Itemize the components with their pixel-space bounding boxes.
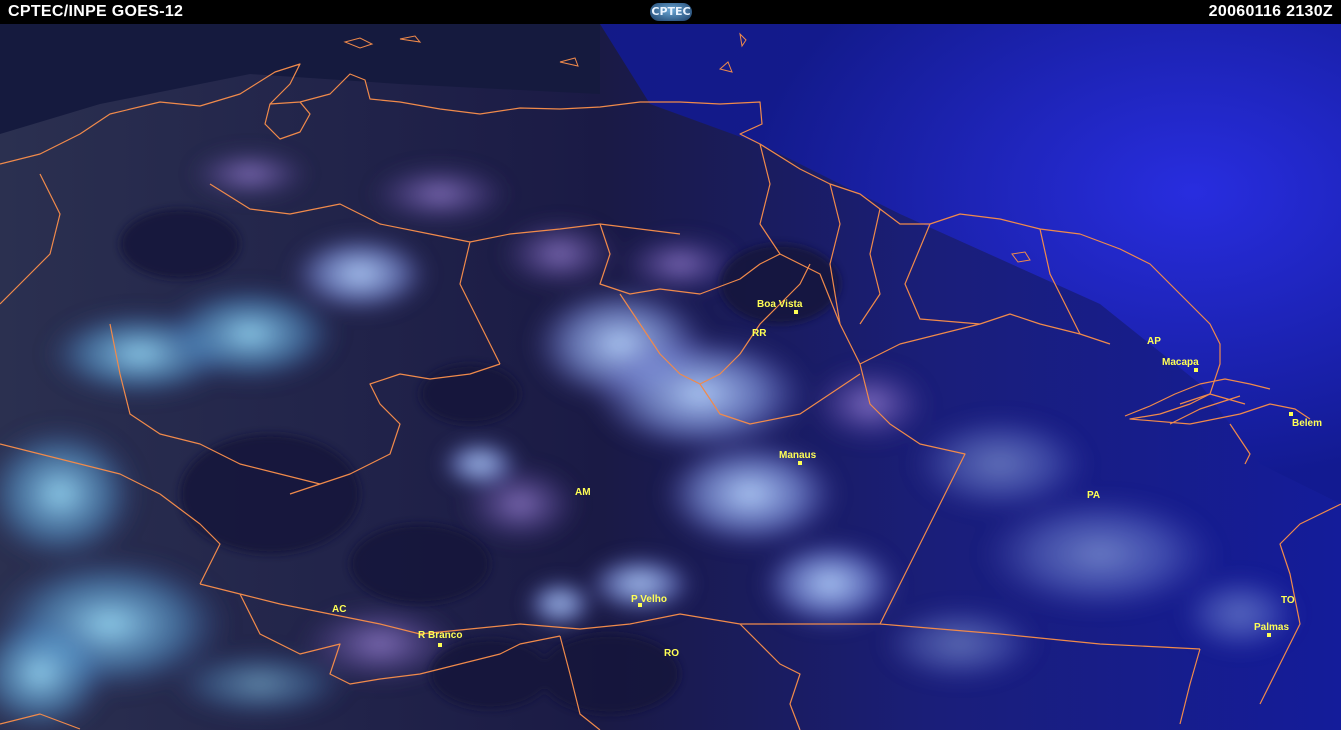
satellite-map: Boa Vista Macapa Belem Manaus P Velho R … — [0, 24, 1341, 730]
state-label-rr: RR — [752, 328, 767, 339]
city-label-belem: Belem — [1292, 418, 1322, 429]
city-marker-boa-vista — [794, 310, 798, 314]
state-label-am: AM — [575, 487, 591, 498]
city-label-palmas: Palmas — [1254, 622, 1289, 633]
image-header: CPTEC/INPE GOES-12 CPTEC 20060116 2130Z — [0, 0, 1341, 24]
state-label-ap: AP — [1147, 336, 1161, 347]
satellite-title: CPTEC/INPE GOES-12 — [8, 3, 184, 20]
city-marker-r-branco — [438, 643, 442, 647]
city-label-p-velho: P Velho — [631, 594, 667, 605]
city-label-macapa: Macapa — [1162, 357, 1199, 368]
city-marker-macapa — [1194, 368, 1198, 372]
state-label-ro: RO — [664, 648, 679, 659]
state-label-ac: AC — [332, 604, 346, 615]
city-label-r-branco: R Branco — [418, 630, 462, 641]
city-marker-belem — [1289, 412, 1293, 416]
state-label-to: TO — [1281, 595, 1295, 606]
city-label-boa-vista: Boa Vista — [757, 299, 803, 310]
logo-text: CPTEC — [651, 5, 691, 18]
city-marker-palmas — [1267, 633, 1271, 637]
city-label-manaus: Manaus — [779, 450, 817, 461]
image-datetime: 20060116 2130Z — [1208, 3, 1333, 20]
city-marker-manaus — [798, 461, 802, 465]
state-label-pa: PA — [1087, 490, 1100, 501]
cptec-logo: CPTEC — [650, 3, 692, 21]
